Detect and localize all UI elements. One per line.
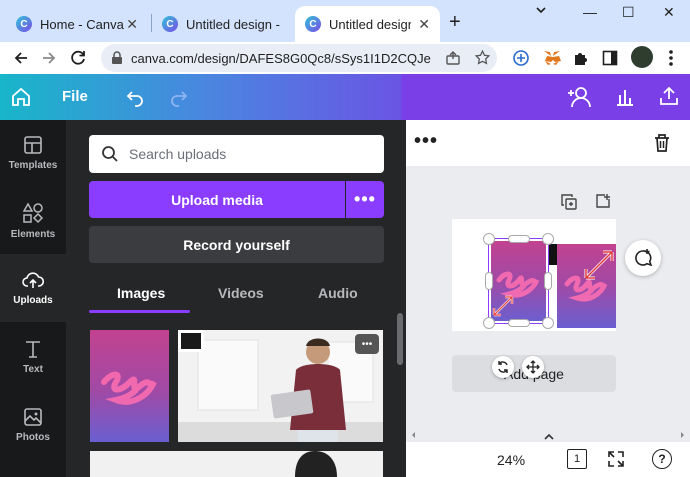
tab-videos[interactable]: Videos xyxy=(218,285,264,301)
canvas-image-edge xyxy=(548,244,557,265)
home-icon[interactable] xyxy=(10,86,32,108)
upload-media-button[interactable]: Upload media xyxy=(89,181,345,218)
tab-title: Untitled design - xyxy=(186,16,280,32)
left-nav-rail: Templates Elements Uploads Text Photos xyxy=(0,120,66,477)
uploads-panel: Upload media ••• Record yourself Images … xyxy=(66,120,406,477)
browser-tab-design-2[interactable]: C Untitled design - ✕ xyxy=(295,6,440,42)
resize-handle-top-right[interactable] xyxy=(542,233,554,245)
resize-handle-bottom[interactable] xyxy=(508,319,530,327)
active-tab-indicator xyxy=(89,310,190,313)
tab-close-icon[interactable]: ✕ xyxy=(126,16,138,33)
canva-favicon-icon: C xyxy=(305,16,321,32)
window-minimize-button[interactable]: — xyxy=(583,4,597,20)
browser-tab-strip: C Home - Canva ✕ C Untitled design - C U… xyxy=(0,0,690,42)
upload-more-options-button[interactable]: ••• xyxy=(346,181,384,218)
zoom-level[interactable]: 24% xyxy=(497,452,525,468)
resize-handle-bottom-right[interactable] xyxy=(542,317,554,329)
elements-shapes-icon xyxy=(22,202,44,224)
window-close-button[interactable]: ✕ xyxy=(663,4,675,21)
insights-bar-chart-icon[interactable] xyxy=(614,86,636,108)
forward-arrow-icon[interactable] xyxy=(40,49,58,67)
browser-tab-home[interactable]: C Home - Canva ✕ xyxy=(6,6,148,42)
canva-favicon-icon: C xyxy=(16,16,32,32)
add-page-icon[interactable] xyxy=(595,193,611,209)
upload-share-icon[interactable] xyxy=(658,85,680,107)
browser-menu-icon[interactable] xyxy=(668,48,674,68)
search-uploads-input[interactable] xyxy=(129,146,369,162)
fullscreen-expand-icon[interactable] xyxy=(607,450,625,468)
redo-icon[interactable] xyxy=(168,86,190,108)
back-arrow-icon[interactable] xyxy=(12,49,30,67)
record-yourself-button[interactable]: Record yourself xyxy=(89,226,384,263)
rail-item-label: Elements xyxy=(10,229,56,240)
rail-item-label: Text xyxy=(23,364,43,375)
share-people-icon[interactable] xyxy=(567,85,593,109)
bookmark-star-icon[interactable] xyxy=(474,49,491,66)
url-text[interactable]: canva.com/design/DAFES8G0Qc8/sSys1I1D2CQ… xyxy=(131,51,431,66)
window-maximize-button[interactable]: ☐ xyxy=(622,4,635,21)
tab-title: Home - Canva xyxy=(40,16,124,32)
rotate-icon[interactable] xyxy=(492,356,514,378)
browser-toolbar: canva.com/design/DAFES8G0Qc8/sSys1I1D2CQ… xyxy=(0,42,690,74)
rail-item-label: Templates xyxy=(8,160,58,171)
rail-item-templates[interactable]: Templates xyxy=(0,120,66,186)
photos-icon xyxy=(24,408,42,426)
rail-item-elements[interactable]: Elements xyxy=(0,188,66,254)
text-t-icon xyxy=(26,341,40,358)
metamask-fox-icon[interactable] xyxy=(542,48,562,68)
rail-item-uploads[interactable]: Uploads xyxy=(0,254,66,322)
file-menu-button[interactable]: File xyxy=(62,88,88,105)
profile-avatar[interactable] xyxy=(631,46,653,68)
chevron-down-icon[interactable] xyxy=(534,3,548,17)
rail-item-text[interactable]: Text xyxy=(0,324,66,390)
rail-item-label: Uploads xyxy=(13,295,53,306)
canvas-toolbar xyxy=(406,120,690,166)
undo-icon[interactable] xyxy=(124,86,146,108)
upload-thumbnail-man-laptop[interactable]: ••• xyxy=(178,330,383,442)
upload-thumbnail-squiggle[interactable] xyxy=(90,330,169,442)
extension-icon[interactable] xyxy=(512,49,530,67)
browser-tab-design-1[interactable]: C Untitled design - xyxy=(152,6,292,42)
search-icon xyxy=(101,145,119,163)
tab-close-icon[interactable]: ✕ xyxy=(418,16,430,33)
canva-header: File xyxy=(0,74,690,120)
canvas-footer xyxy=(406,442,690,477)
resize-handle-right[interactable] xyxy=(544,272,552,290)
upload-thumbnail-partial[interactable] xyxy=(90,451,383,477)
tab-audio[interactable]: Audio xyxy=(318,285,358,301)
lock-icon[interactable] xyxy=(111,51,123,65)
canvas-more-menu[interactable]: ••• xyxy=(414,130,438,153)
resize-handle-bottom-left[interactable] xyxy=(483,317,495,329)
reload-icon[interactable] xyxy=(68,48,88,68)
tab-title: Untitled design - xyxy=(329,16,411,32)
page-count-button[interactable]: 1 xyxy=(567,449,587,469)
move-icon[interactable] xyxy=(522,356,544,378)
rail-item-label: Photos xyxy=(16,432,50,443)
rail-item-photos[interactable]: Photos xyxy=(0,392,66,458)
thumbnail-more-button[interactable]: ••• xyxy=(355,334,379,354)
templates-icon xyxy=(24,136,42,154)
cloud-upload-icon xyxy=(22,272,44,288)
resize-handle-top[interactable] xyxy=(508,235,530,243)
address-bar[interactable]: canva.com/design/DAFES8G0Qc8/sSys1I1D2CQ… xyxy=(101,44,497,72)
select-checkbox[interactable] xyxy=(178,330,204,352)
resize-arrow-icon xyxy=(490,293,516,319)
search-box[interactable] xyxy=(89,135,384,173)
tab-images[interactable]: Images xyxy=(117,285,165,301)
panel-scrollbar[interactable] xyxy=(397,313,403,365)
resize-handle-left[interactable] xyxy=(485,272,493,290)
resize-arrow-icon xyxy=(582,248,616,282)
duplicate-page-icon[interactable] xyxy=(561,194,577,210)
trash-icon[interactable] xyxy=(653,133,671,153)
side-panel-icon[interactable] xyxy=(602,50,618,66)
help-button[interactable]: ? xyxy=(652,449,672,469)
canva-favicon-icon: C xyxy=(162,16,178,32)
add-comment-button[interactable] xyxy=(625,240,661,276)
resize-handle-top-left[interactable] xyxy=(483,233,495,245)
extensions-puzzle-icon[interactable] xyxy=(572,49,590,67)
comment-plus-icon xyxy=(635,249,653,267)
new-tab-button[interactable]: + xyxy=(449,11,461,34)
share-icon[interactable] xyxy=(445,50,461,66)
chevron-up-icon[interactable] xyxy=(543,433,555,441)
